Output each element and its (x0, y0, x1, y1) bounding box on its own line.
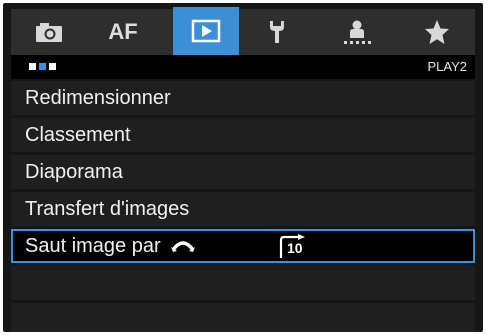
camera-icon (36, 23, 62, 42)
star-icon (425, 20, 449, 44)
menu-item-empty (11, 303, 475, 332)
menu-item-label: Transfert d'images (25, 198, 190, 220)
tab-playback[interactable] (173, 7, 239, 55)
page-dot (49, 63, 56, 70)
camera-menu-screen: AF PLAY2 Redimensionner Classement Diapo… (3, 3, 483, 332)
menu-item-label: Redimensionner (25, 87, 171, 109)
menu-item-resize[interactable]: Redimensionner (11, 81, 475, 115)
custom-functions-icon (344, 20, 371, 44)
tab-setup[interactable] (247, 9, 307, 55)
tab-my-menu[interactable] (407, 9, 467, 55)
menu-item-image-transfer[interactable]: Transfert d'images (11, 192, 475, 226)
menu-item-label: Classement (25, 124, 131, 146)
playback-icon (191, 19, 221, 43)
menu-item-slideshow[interactable]: Diaporama (11, 155, 475, 189)
menu-item-label: Diaporama (25, 161, 123, 183)
menu-item-rating[interactable]: Classement (11, 118, 475, 152)
wrench-icon (270, 21, 284, 43)
menu-item-label: Saut image par (25, 235, 161, 257)
tab-af[interactable]: AF (93, 9, 153, 55)
menu-list: Redimensionner Classement Diaporama Tran… (11, 81, 475, 332)
page-dot (29, 63, 36, 70)
tab-shooting[interactable] (19, 9, 79, 55)
menu-item-image-jump[interactable]: Saut image par 10 (11, 229, 475, 263)
page-dot-active (39, 63, 46, 70)
tab-custom-functions[interactable] (327, 9, 387, 55)
menu-page-bar: PLAY2 (11, 55, 475, 79)
page-indicator (29, 63, 56, 71)
main-dial-icon (171, 240, 196, 252)
menu-item-empty (11, 266, 475, 300)
tab-af-label: AF (108, 19, 138, 44)
menu-tab-bar: AF (11, 7, 475, 55)
page-label: PLAY2 (427, 59, 467, 74)
jump-value: 10 (287, 240, 303, 256)
